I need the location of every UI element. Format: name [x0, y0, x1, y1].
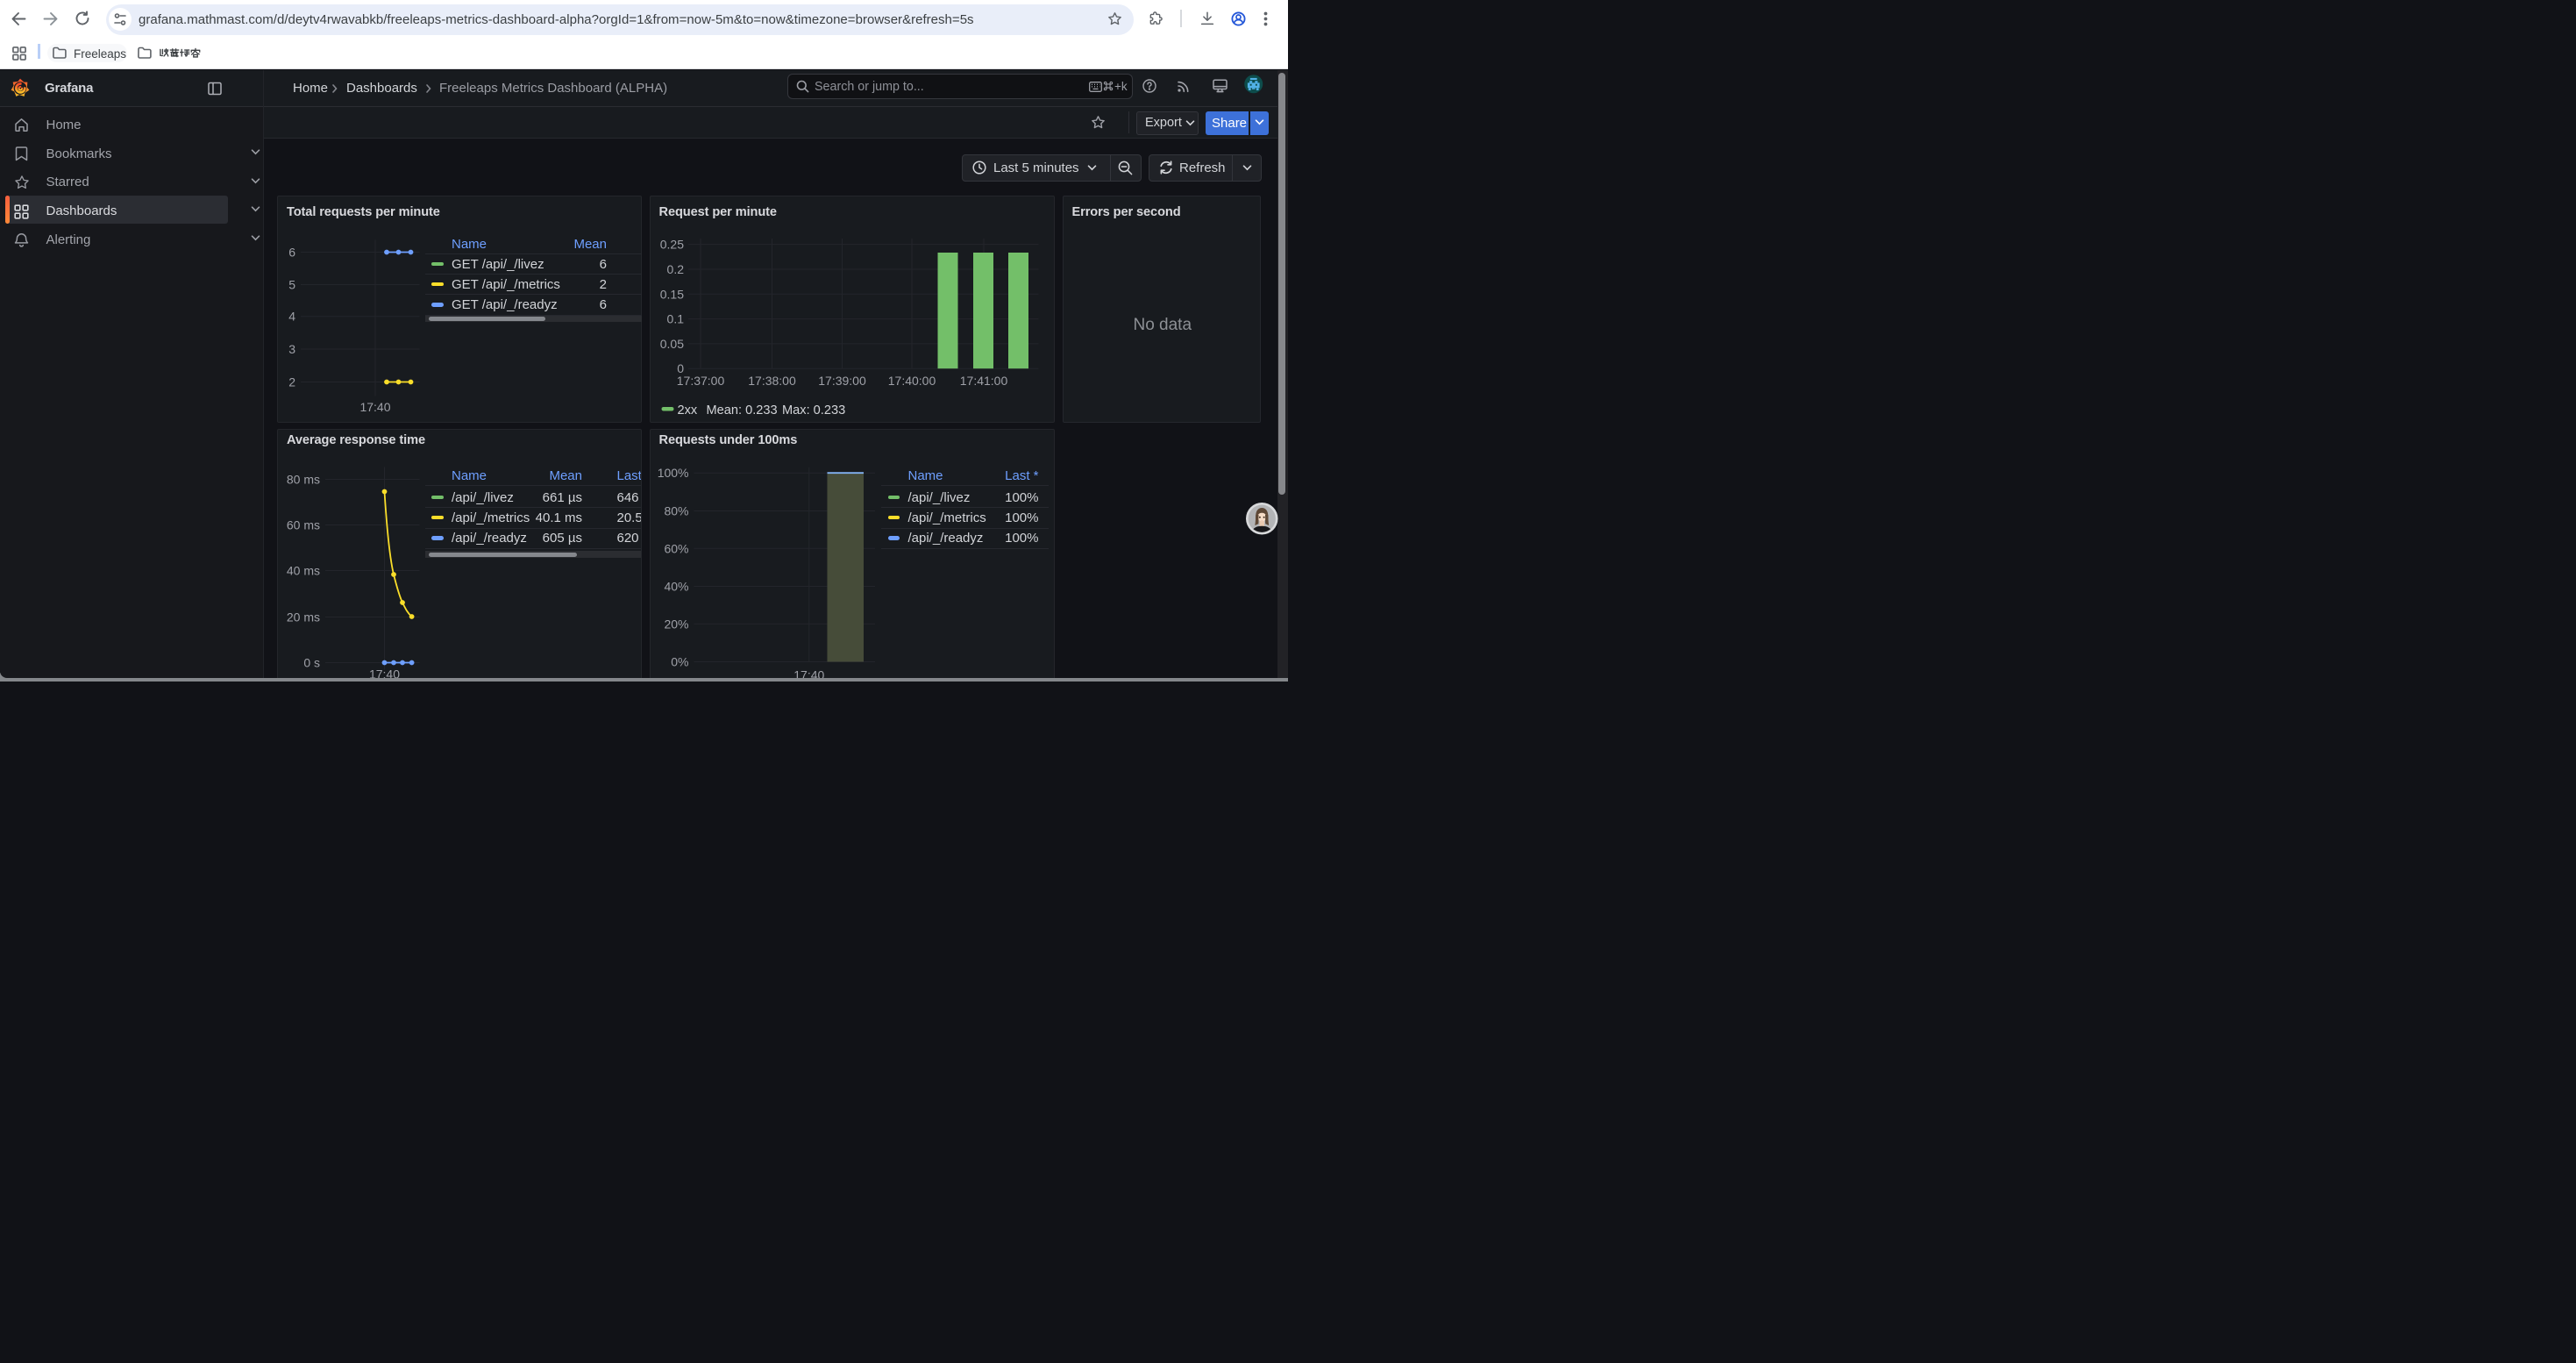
svg-text:17:38:00: 17:38:00	[748, 374, 796, 388]
svg-text:17:40: 17:40	[359, 400, 390, 414]
svg-text:5: 5	[288, 278, 295, 292]
svg-text:0.1: 0.1	[666, 312, 684, 326]
svg-text:6: 6	[288, 246, 295, 260]
svg-text:0.25: 0.25	[659, 238, 683, 252]
svg-text:3: 3	[288, 342, 295, 356]
svg-text:4: 4	[288, 310, 295, 324]
svg-text:Max: 0.233: Max: 0.233	[782, 403, 845, 417]
svg-text:17:37:00: 17:37:00	[676, 374, 724, 388]
svg-text:0 s: 0 s	[303, 655, 320, 669]
svg-text:60 ms: 60 ms	[287, 517, 320, 532]
svg-text:0.05: 0.05	[659, 337, 683, 351]
svg-text:100%: 100%	[657, 466, 688, 480]
svg-text:2xx: 2xx	[677, 403, 697, 417]
svg-text:17:39:00: 17:39:00	[818, 374, 866, 388]
svg-text:17:41:00: 17:41:00	[959, 374, 1007, 388]
svg-text:40 ms: 40 ms	[287, 563, 320, 577]
svg-text:Mean: 0.233: Mean: 0.233	[706, 403, 777, 417]
svg-text:20 ms: 20 ms	[287, 610, 320, 624]
svg-text:0.2: 0.2	[666, 262, 684, 276]
svg-text:40%: 40%	[664, 579, 688, 593]
svg-text:60%: 60%	[664, 541, 688, 555]
svg-text:0%: 0%	[671, 654, 688, 668]
svg-text:20%: 20%	[664, 617, 688, 631]
svg-text:0.15: 0.15	[659, 287, 683, 301]
svg-text:17:40:00: 17:40:00	[887, 374, 936, 388]
svg-text:80 ms: 80 ms	[287, 472, 320, 486]
svg-text:2: 2	[288, 375, 295, 389]
svg-text:80%: 80%	[664, 503, 688, 517]
